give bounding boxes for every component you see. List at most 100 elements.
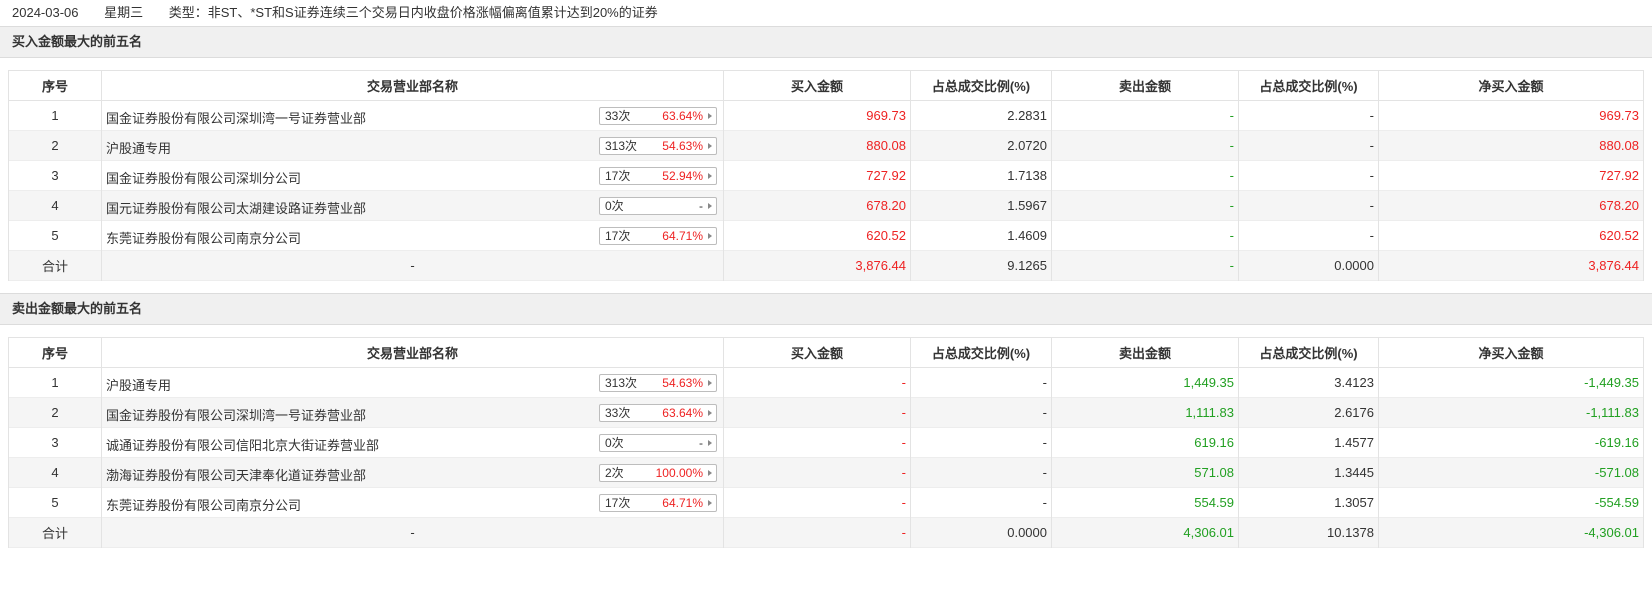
branch-stats-button[interactable]: 17次 52.94% [599,167,717,185]
win-rate: - [699,436,703,450]
sell-ratio: - [1238,190,1379,221]
row-index: 2 [8,397,102,428]
table-row: 5 东莞证券股份有限公司南京分公司 17次 64.71% - -554.59 1.3057-… [8,487,1644,518]
total-name: - [101,517,724,548]
table-row: 3 诚通证券股份有限公司信阳北京大街证券营业部 0次 - - -619.16 1.4577-… [8,427,1644,458]
branch-stats-button[interactable]: 2次 100.00% [599,464,717,482]
branch-stats-button[interactable]: 33次 63.64% [599,107,717,125]
col-sell-amount: 卖出金额 [1051,337,1239,368]
buy-amount: 620.52 [723,220,911,251]
total-sell-amount: - [1051,250,1239,281]
appearance-count: 33次 [605,406,631,420]
branch-stats-button[interactable]: 0次 - [599,434,717,452]
buy-ratio: 2.0720 [910,130,1052,161]
buy-ratio: 1.5967 [910,190,1052,221]
col-buy-amount: 买入金额 [723,70,911,101]
appearance-count: 17次 [605,496,631,510]
branch-name-link[interactable]: 东莞证券股份有限公司南京分公司 [106,495,301,514]
branch-name-link[interactable]: 东莞证券股份有限公司南京分公司 [106,228,301,247]
branch-name-link[interactable]: 渤海证券股份有限公司天津奉化道证券营业部 [106,465,366,484]
buy-ratio: 1.4609 [910,220,1052,251]
total-row: 合计 -3,876.44 9.1265-0.0000 3,876.44 [8,250,1644,281]
col-index: 序号 [8,337,102,368]
net-amount: -571.08 [1378,457,1644,488]
net-amount: -1,449.35 [1378,367,1644,398]
branch-stats-button[interactable]: 313次 54.63% [599,374,717,392]
branch-cell: 渤海证券股份有限公司天津奉化道证券营业部 2次 100.00% [101,457,724,488]
sell-ratio: - [1238,100,1379,131]
table-row: 3 国金证券股份有限公司深圳分公司 17次 52.94% 727.92 1.7138- -7… [8,160,1644,191]
branch-cell: 国金证券股份有限公司深圳湾一号证券营业部 33次 63.64% [101,100,724,131]
branch-name-link[interactable]: 诚通证券股份有限公司信阳北京大街证券营业部 [106,435,379,454]
sell-amount: - [1051,190,1239,221]
total-row: 合计 - -0.0000 4,306.01 10.1378 -4,306.01 [8,517,1644,548]
row-index: 1 [8,100,102,131]
buy-ratio: 1.7138 [910,160,1052,191]
branch-name-link[interactable]: 沪股通专用 [106,138,171,157]
branch-stats-button[interactable]: 33次 63.64% [599,404,717,422]
total-sell-amount: 4,306.01 [1051,517,1239,548]
branch-name-link[interactable]: 国金证券股份有限公司深圳湾一号证券营业部 [106,405,366,424]
branch-cell: 国金证券股份有限公司深圳湾一号证券营业部 33次 63.64% [101,397,724,428]
appearance-count: 313次 [605,139,638,153]
col-buy-ratio: 占总成交比例(%) [910,337,1052,368]
sell-top5-table: 序号 交易营业部名称 买入金额 占总成交比例(%) 卖出金额 占总成交比例(%)… [8,337,1644,548]
table-header-row: 序号 交易营业部名称 买入金额 占总成交比例(%) 卖出金额 占总成交比例(%)… [8,337,1644,368]
total-label: 合计 [8,517,102,548]
top-info-bar: 2024-03-06 星期三 类型：非ST、*ST和S证券连续三个交易日内收盘价… [0,0,1652,26]
branch-stats-button[interactable]: 17次 64.71% [599,494,717,512]
appearance-count: 313次 [605,376,638,390]
sell-amount: 1,449.35 [1051,367,1239,398]
buy-top5-table: 序号 交易营业部名称 买入金额 占总成交比例(%) 卖出金额 占总成交比例(%)… [8,70,1644,281]
branch-name-link[interactable]: 国金证券股份有限公司深圳分公司 [106,168,301,187]
branch-name-link[interactable]: 国元证券股份有限公司太湖建设路证券营业部 [106,198,366,217]
total-buy-amount: - [723,517,911,548]
buy-ratio: - [910,487,1052,518]
win-rate: 64.71% [662,496,703,510]
net-amount: -554.59 [1378,487,1644,518]
sell-amount: - [1051,160,1239,191]
branch-stats-button[interactable]: 17次 64.71% [599,227,717,245]
net-amount: 620.52 [1378,220,1644,251]
table-row: 1 国金证券股份有限公司深圳湾一号证券营业部 33次 63.64% 969.73 2.28… [8,100,1644,131]
buy-amount: 880.08 [723,130,911,161]
buy-amount: - [723,397,911,428]
row-index: 4 [8,457,102,488]
trade-date: 2024-03-06 [12,5,79,20]
col-sell-ratio: 占总成交比例(%) [1238,70,1379,101]
net-amount: 678.20 [1378,190,1644,221]
table-header-row: 序号 交易营业部名称 买入金额 占总成交比例(%) 卖出金额 占总成交比例(%)… [8,70,1644,101]
chevron-right-icon [708,380,712,386]
branch-cell: 沪股通专用 313次 54.63% [101,367,724,398]
table-row: 5 东莞证券股份有限公司南京分公司 17次 64.71% 620.52 1.4609- -6… [8,220,1644,251]
table-row: 2 国金证券股份有限公司深圳湾一号证券营业部 33次 63.64% - -1,111.83… [8,397,1644,428]
row-index: 3 [8,427,102,458]
sell-ratio: 2.6176 [1238,397,1379,428]
net-amount: 969.73 [1378,100,1644,131]
win-rate: 52.94% [662,169,703,183]
sell-ratio: 3.4123 [1238,367,1379,398]
branch-cell: 东莞证券股份有限公司南京分公司 17次 64.71% [101,220,724,251]
win-rate: 100.00% [655,466,703,480]
col-sell-amount: 卖出金额 [1051,70,1239,101]
col-sell-ratio: 占总成交比例(%) [1238,337,1379,368]
col-net-amount: 净买入金额 [1378,70,1644,101]
col-branch-name: 交易营业部名称 [101,337,724,368]
branch-cell: 东莞证券股份有限公司南京分公司 17次 64.71% [101,487,724,518]
branch-stats-button[interactable]: 0次 - [599,197,717,215]
branch-stats-button[interactable]: 313次 54.63% [599,137,717,155]
buy-amount: 678.20 [723,190,911,221]
total-buy-amount: 3,876.44 [723,250,911,281]
total-net-amount: 3,876.44 [1378,250,1644,281]
branch-name-link[interactable]: 沪股通专用 [106,375,171,394]
table-row: 1 沪股通专用 313次 54.63% - -1,449.35 3.4123 -1,449.3… [8,367,1644,398]
win-rate: 54.63% [662,139,703,153]
sell-ratio: - [1238,130,1379,161]
total-buy-ratio: 9.1265 [910,250,1052,281]
chevron-right-icon [708,440,712,446]
chevron-right-icon [708,203,712,209]
appearance-count: 0次 [605,436,624,450]
branch-name-link[interactable]: 国金证券股份有限公司深圳湾一号证券营业部 [106,108,366,127]
row-index: 2 [8,130,102,161]
sell-amount: 571.08 [1051,457,1239,488]
